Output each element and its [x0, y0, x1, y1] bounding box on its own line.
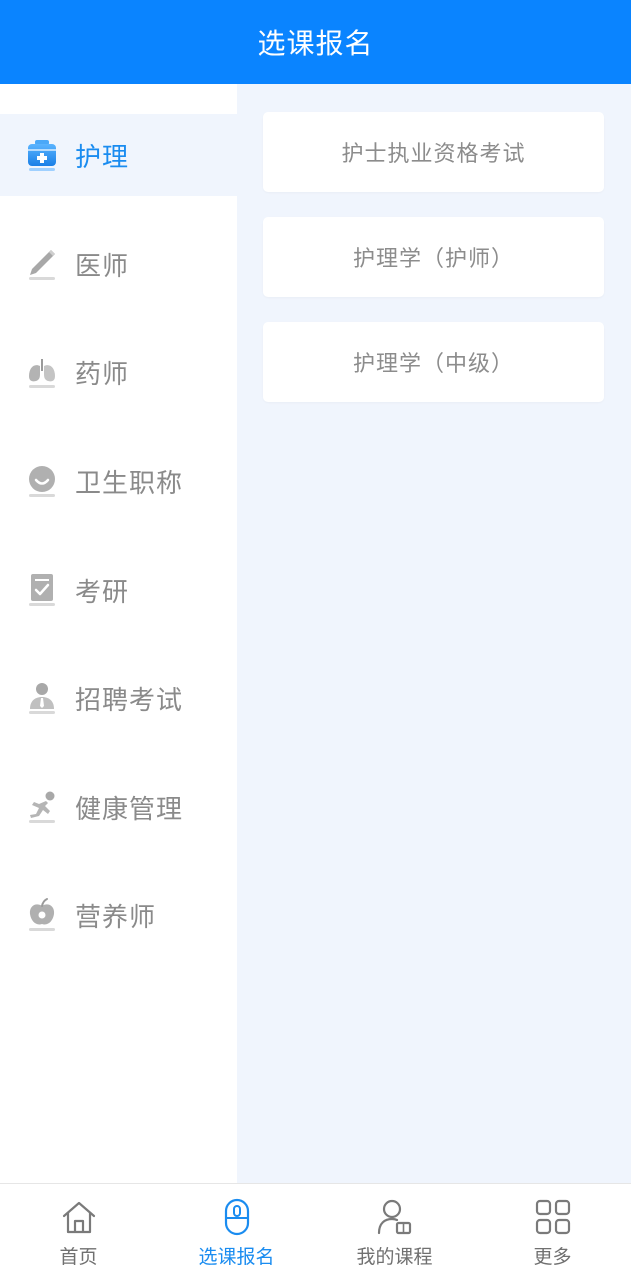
- scalpel-icon: [29, 250, 55, 280]
- course-card-nurse-qualification[interactable]: 护士执业资格考试: [263, 112, 604, 192]
- course-label: 护理学（中级）: [352, 352, 514, 377]
- person-tie-icon: [29, 683, 55, 714]
- tab-label: 更多: [533, 1246, 572, 1268]
- tab-course-enroll[interactable]: 选课报名: [158, 1184, 315, 1280]
- tab-label: 我的课程: [356, 1246, 433, 1268]
- user-book-icon: [377, 1199, 412, 1235]
- sidebar-item-postgrad[interactable]: 考研: [0, 549, 237, 631]
- app-root: 选课报名 护理 医师 药师 卫生职称 考研 招聘考试 健康管理 营养师 护士执业…: [0, 0, 631, 1280]
- sidebar-item-label: 考研: [75, 577, 130, 608]
- mouse-icon: [224, 1198, 250, 1236]
- sidebar-item-label: 营养师: [75, 902, 157, 933]
- tab-my-courses[interactable]: 我的课程: [316, 1184, 473, 1280]
- course-card-nursing-junior[interactable]: 护理学（护师）: [263, 217, 604, 297]
- bottom-tab-bar: 首页 选课报名 我的课程 更多: [0, 1183, 631, 1280]
- runner-icon: [29, 791, 55, 823]
- nursing-kit-icon: [28, 140, 56, 171]
- sidebar-item-physician[interactable]: 医师: [0, 223, 237, 305]
- tab-label: 首页: [59, 1246, 98, 1268]
- sidebar-item-pharmacist[interactable]: 药师: [0, 331, 237, 413]
- page-title: 选课报名: [257, 27, 374, 60]
- checklist-icon: [29, 574, 55, 606]
- sidebar-item-health-mgmt[interactable]: 健康管理: [0, 766, 237, 848]
- apple-icon: [29, 898, 55, 931]
- tab-label: 选课报名: [198, 1246, 275, 1268]
- sidebar-item-label: 卫生职称: [75, 468, 184, 499]
- home-icon: [62, 1201, 96, 1234]
- sidebar-item-health-title[interactable]: 卫生职称: [0, 440, 237, 522]
- sidebar-item-recruitment[interactable]: 招聘考试: [0, 657, 237, 739]
- grid-icon: [535, 1199, 571, 1235]
- tab-more[interactable]: 更多: [474, 1184, 631, 1280]
- course-list: 护士执业资格考试 护理学（护师） 护理学（中级）: [237, 84, 631, 1183]
- header-bar: 选课报名: [0, 0, 631, 84]
- tab-home[interactable]: 首页: [0, 1184, 157, 1280]
- sidebar-item-label: 药师: [75, 359, 130, 390]
- sidebar-item-label: 健康管理: [75, 794, 184, 825]
- category-sidebar: 护理 医师 药师 卫生职称 考研 招聘考试 健康管理 营养师: [0, 84, 237, 1183]
- sidebar-item-nutritionist[interactable]: 营养师: [0, 874, 237, 956]
- sidebar-item-label: 护理: [75, 142, 130, 173]
- course-card-nursing-intermediate[interactable]: 护理学（中级）: [263, 322, 604, 402]
- sidebar-item-label: 医师: [75, 251, 130, 282]
- sidebar-item-nursing[interactable]: 护理: [0, 114, 237, 196]
- lungs-icon: [29, 359, 55, 388]
- course-label: 护士执业资格考试: [341, 142, 526, 167]
- sidebar-item-label: 招聘考试: [75, 685, 184, 716]
- course-label: 护理学（护师）: [352, 247, 514, 272]
- face-icon: [29, 466, 55, 497]
